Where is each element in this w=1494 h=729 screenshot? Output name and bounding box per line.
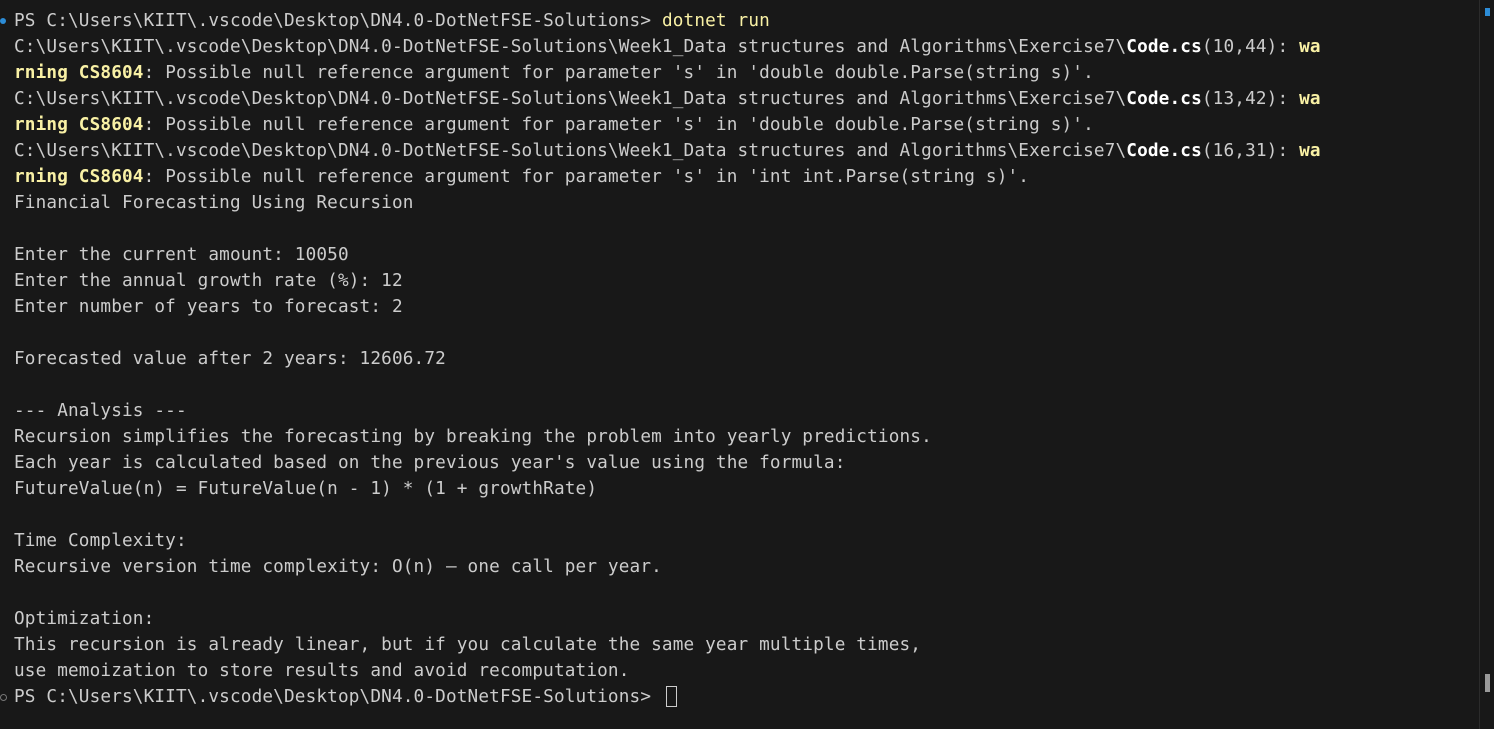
warning-label-start: wa (1299, 89, 1321, 109)
scrollbar-thumb[interactable] (1485, 674, 1490, 692)
output-line: Enter number of years to forecast: 2 (14, 297, 403, 317)
warning-label-start: wa (1299, 141, 1321, 161)
warning-location: (10,44): (1201, 37, 1300, 57)
prompt-line: PS C:\Users\KIIT\.vscode\Desktop\DN4.0-D… (14, 8, 1466, 34)
warning-message-line: rning CS8604: Possible null reference ar… (14, 112, 1466, 138)
warning-code: CS8604 (68, 63, 144, 83)
output-line: Forecasted value after 2 years: 12606.72 (14, 349, 446, 369)
command-decoration-empty-icon[interactable] (0, 694, 7, 701)
warning-path: C:\Users\KIIT\.vscode\Desktop\DN4.0-DotN… (14, 37, 1127, 57)
output-line: Enter the annual growth rate (%): 12 (14, 271, 403, 291)
warning-path-line: C:\Users\KIIT\.vscode\Desktop\DN4.0-DotN… (14, 86, 1466, 112)
warning-message: : Possible null reference argument for p… (143, 63, 1094, 83)
command-decoration-icon[interactable] (0, 18, 6, 24)
warning-message: : Possible null reference argument for p… (143, 115, 1094, 135)
vertical-scrollbar[interactable] (1479, 0, 1494, 729)
warning-file: Code.cs (1126, 37, 1202, 57)
output-line: FutureValue(n) = FutureValue(n - 1) * (1… (14, 479, 598, 499)
output-line: --- Analysis --- (14, 401, 187, 421)
prompt-text: PS C:\Users\KIIT\.vscode\Desktop\DN4.0-D… (14, 11, 662, 31)
warning-message: : Possible null reference argument for p… (143, 167, 1030, 187)
output-line: use memoization to store results and avo… (14, 661, 630, 681)
output-line: Recursion simplifies the forecasting by … (14, 427, 932, 447)
warning-location: (13,42): (1201, 89, 1300, 109)
prompt-text: PS C:\Users\KIIT\.vscode\Desktop\DN4.0-D… (14, 687, 662, 707)
terminal-output: PS C:\Users\KIIT\.vscode\Desktop\DN4.0-D… (14, 8, 1466, 710)
warning-file: Code.cs (1126, 89, 1202, 109)
warning-label-end: rning (14, 167, 68, 187)
warning-file: Code.cs (1126, 141, 1202, 161)
output-line: Optimization: (14, 609, 155, 629)
output-line: Recursive version time complexity: O(n) … (14, 557, 662, 577)
warning-location: (16,31): (1201, 141, 1300, 161)
warning-path: C:\Users\KIIT\.vscode\Desktop\DN4.0-DotN… (14, 141, 1127, 161)
terminal-panel[interactable]: PS C:\Users\KIIT\.vscode\Desktop\DN4.0-D… (0, 0, 1494, 729)
output-line: Time Complexity: (14, 531, 187, 551)
warning-code: CS8604 (68, 115, 144, 135)
output-line: Financial Forecasting Using Recursion (14, 193, 414, 213)
warning-path: C:\Users\KIIT\.vscode\Desktop\DN4.0-DotN… (14, 89, 1127, 109)
text-cursor[interactable] (665, 686, 677, 707)
warning-label-end: rning (14, 115, 68, 135)
output-line: Each year is calculated based on the pre… (14, 453, 846, 473)
warning-code: CS8604 (68, 167, 144, 187)
warning-path-line: C:\Users\KIIT\.vscode\Desktop\DN4.0-DotN… (14, 34, 1466, 60)
output-line: This recursion is already linear, but if… (14, 635, 922, 655)
warning-message-line: rning CS8604: Possible null reference ar… (14, 164, 1466, 190)
scrollbar-decoration-marker (1485, 8, 1490, 16)
warning-label-end: rning (14, 63, 68, 83)
output-line: Enter the current amount: 10050 (14, 245, 349, 265)
command-text: dotnet run (661, 11, 770, 31)
warning-path-line: C:\Users\KIIT\.vscode\Desktop\DN4.0-DotN… (14, 138, 1466, 164)
prompt-line[interactable]: PS C:\Users\KIIT\.vscode\Desktop\DN4.0-D… (14, 684, 1466, 710)
warning-message-line: rning CS8604: Possible null reference ar… (14, 60, 1466, 86)
warning-label-start: wa (1299, 37, 1321, 57)
